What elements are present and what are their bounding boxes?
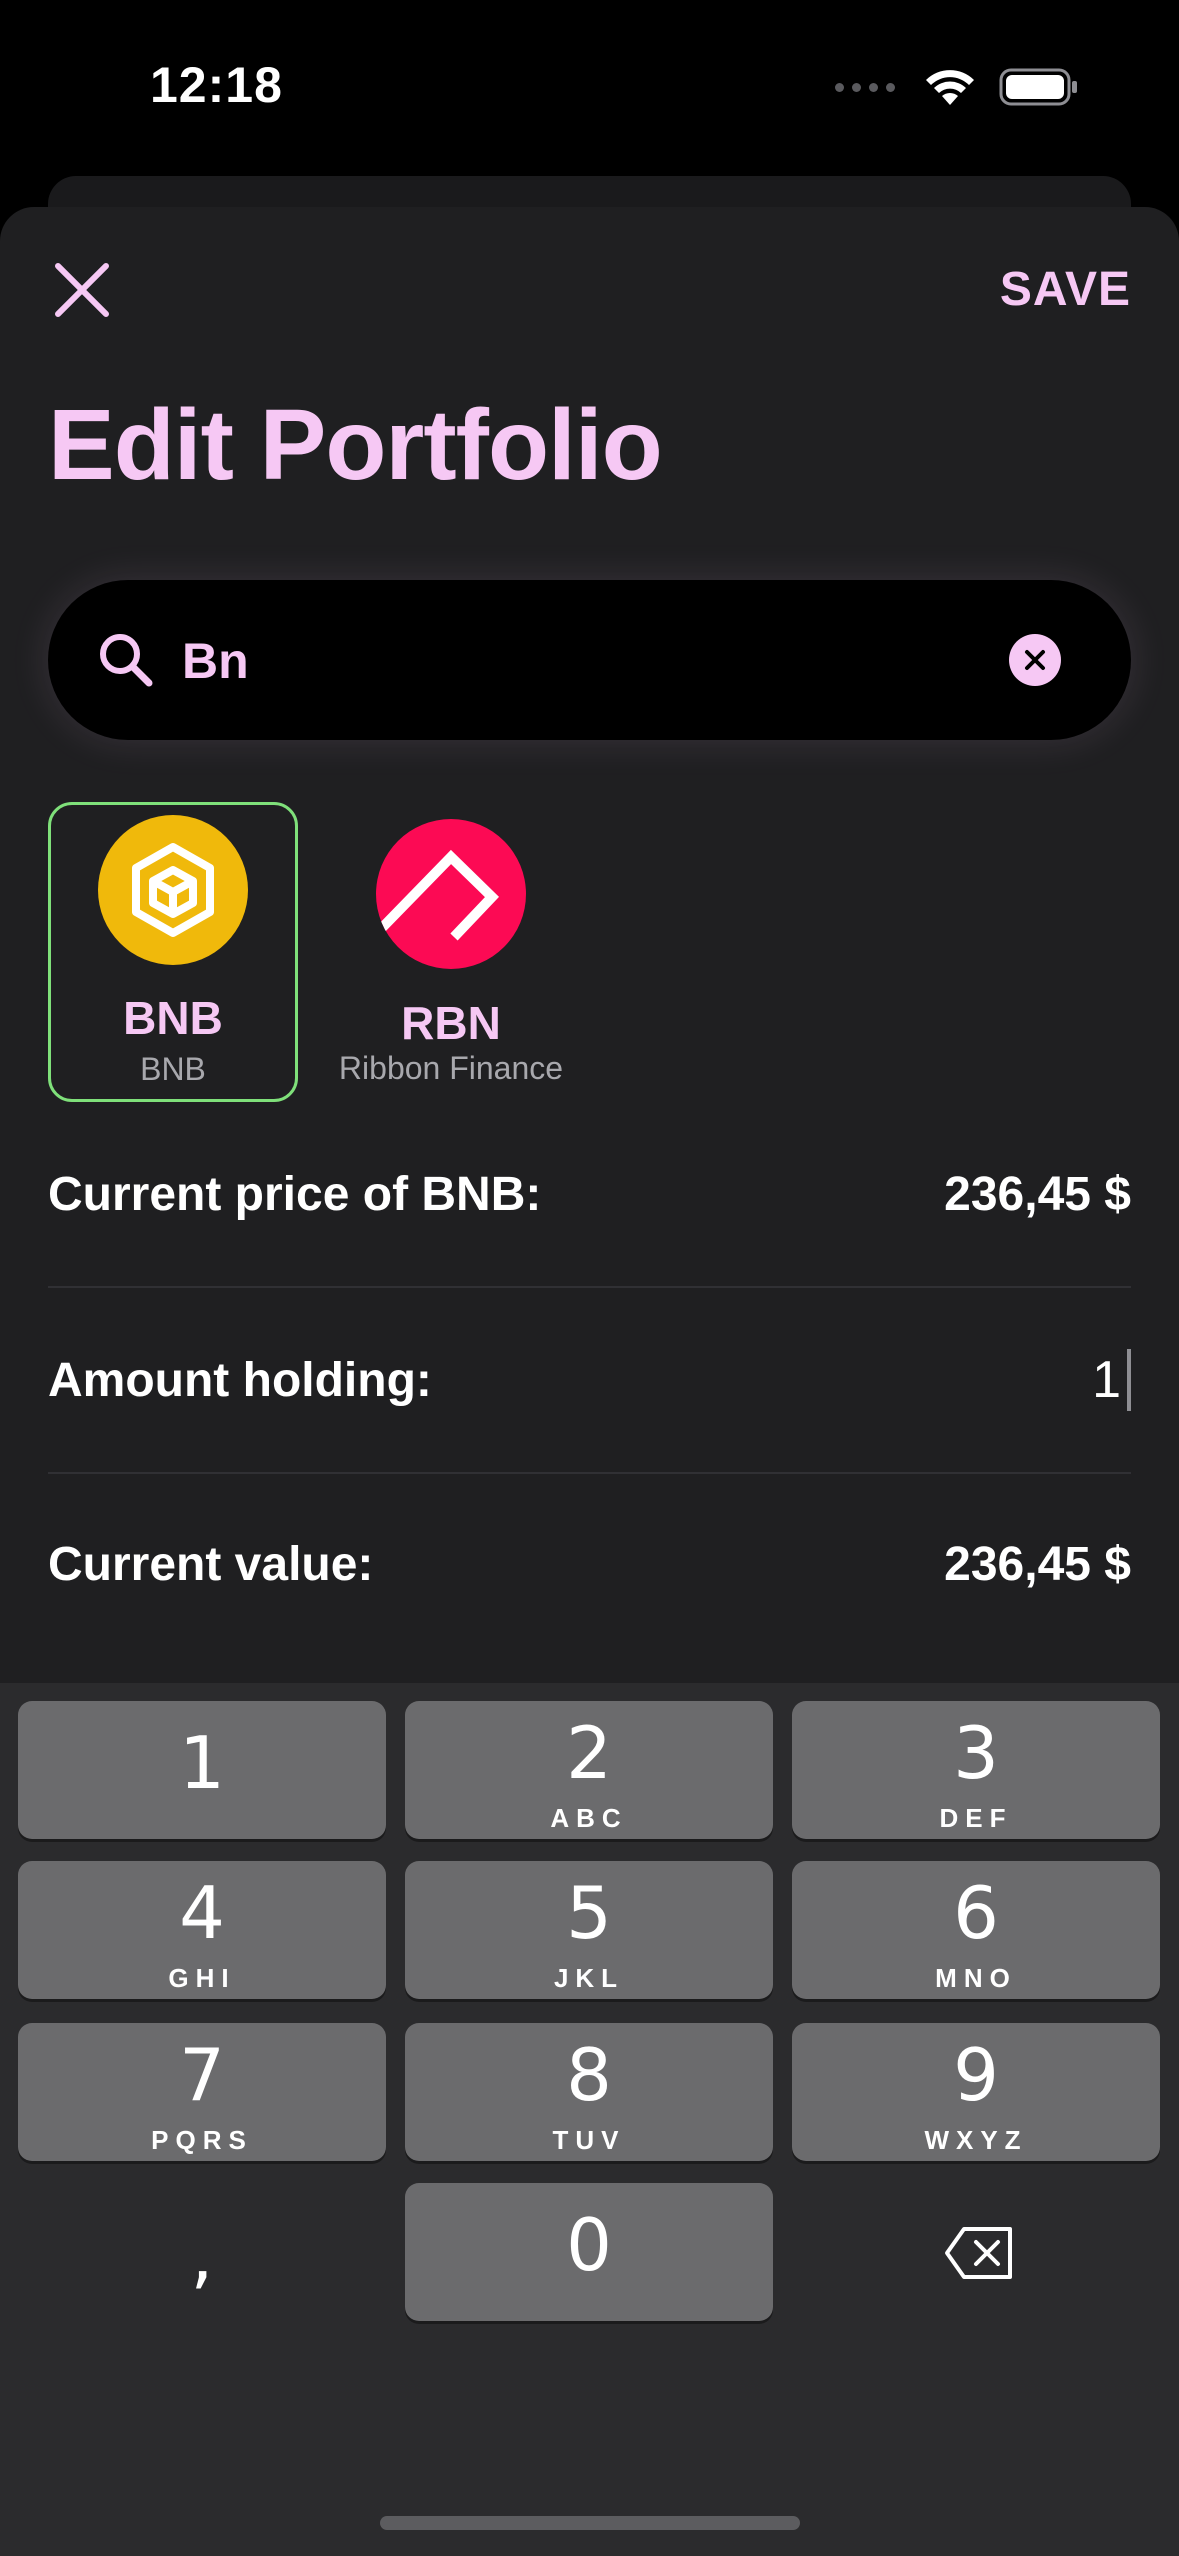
save-button[interactable]: SAVE [1000,262,1131,317]
current-value-row: Current value: 236,45 $ [48,1472,1131,1656]
amount-holding-input[interactable] [919,1349,1131,1411]
ribbon-logo-icon [376,819,526,969]
key-letters: WXYZ [924,2125,1028,2155]
key-3[interactable]: 3 DEF [792,1701,1160,1839]
key-digit: 8 [566,2033,612,2117]
cellular-signal-icon [835,82,895,92]
clear-icon [1025,650,1045,670]
key-letters: ABC [550,1803,628,1833]
coin-card-rbn[interactable]: RBN Ribbon Finance [326,802,576,1102]
key-digit: 6 [953,1871,999,1955]
key-digit: 4 [179,1871,225,1955]
backspace-icon [945,2227,1012,2279]
key-0[interactable]: 0 [405,2183,773,2321]
key-digit: 5 [566,1871,612,1955]
key-4[interactable]: 4 GHI [18,1861,386,1999]
search-icon [100,634,153,687]
amount-holding-row: Amount holding: [48,1288,1131,1474]
delete-key[interactable] [792,2183,1160,2321]
current-price-row: Current price of BNB: 236,45 $ [48,1102,1131,1288]
key-letters: PQRS [151,2125,253,2155]
key-letters: GHI [168,1963,236,1993]
close-button[interactable] [50,258,114,322]
current-value-value: 236,45 $ [944,1537,1131,1591]
key-digit: 2 [566,1711,612,1795]
clear-search-button[interactable] [1009,634,1061,686]
coin-symbol: BNB [123,992,223,1044]
coin-card-bnb[interactable]: BNB BNB [48,802,298,1102]
key-1[interactable]: 1 [18,1701,386,1839]
home-indicator [380,2516,800,2530]
key-digit: 1 [179,1721,225,1805]
status-indicators [835,62,1079,112]
search-bar [48,580,1131,740]
key-digit: 7 [179,2033,225,2117]
current-price-label: Current price of BNB: [48,1167,542,1221]
key-digit: 3 [953,1711,999,1795]
current-value-label: Current value: [48,1537,374,1591]
decimal-key[interactable]: , [18,2183,386,2321]
coin-symbol: RBN [401,997,501,1049]
amount-holding-label: Amount holding: [48,1353,432,1407]
battery-icon [999,68,1077,106]
coin-name: Ribbon Finance [338,1050,564,1086]
status-bar: 12:18 [0,0,1179,170]
key-letters: JKL [553,1963,625,1993]
bnb-logo-icon [98,815,248,965]
key-5[interactable]: 5 JKL [405,1861,773,1999]
key-8[interactable]: 8 TUV [405,2023,773,2161]
search-input[interactable] [180,620,1004,702]
key-9[interactable]: 9 WXYZ [792,2023,1160,2161]
close-icon [55,263,109,317]
page-title: Edit Portfolio [48,389,663,501]
key-7[interactable]: 7 PQRS [18,2023,386,2161]
key-letters: TUV [552,2125,626,2155]
key-digit: 0 [566,2203,612,2287]
key-letters: MNO [935,1963,1017,1993]
decimal-symbol: , [190,2213,214,2297]
key-digit: 9 [953,2033,999,2117]
status-time: 12:18 [150,57,283,113]
key-6[interactable]: 6 MNO [792,1861,1160,1999]
numeric-keyboard: 1 2 ABC 3 DEF 4 GHI 5 JKL 6 MNO 7 PQRS 8… [0,1683,1179,2556]
key-letters: DEF [939,1803,1013,1833]
wifi-icon [926,70,974,105]
current-price-value: 236,45 $ [944,1167,1131,1221]
key-2[interactable]: 2 ABC [405,1701,773,1839]
